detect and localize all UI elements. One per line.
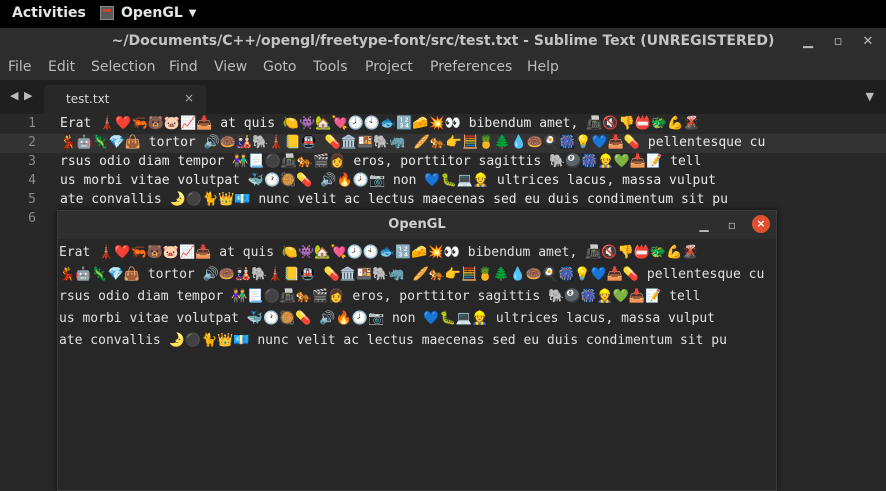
line-number: 1 xyxy=(28,116,36,131)
restore-icon[interactable]: ▫ xyxy=(724,217,740,233)
rendered-text-line: rsus odio diam tempor 👫📃⚫📠🐅🎬👩 eros, port… xyxy=(59,289,701,304)
rendered-text-line: 💃🤖🦎💎👜 tortor 🔊🍩🎎🐘🗼📒🚇 💊🏛️🍱🐘🦏 🥖🐅👉🧮🍍🌲💧🍩🍳🎆💡💙… xyxy=(59,267,765,282)
activities-button[interactable]: Activities xyxy=(12,5,86,21)
line-number: 6 xyxy=(28,211,36,226)
code-line[interactable]: 💃🤖🦎💎👜 tortor 🔊🍩🎎🐘🗼📒🚇 💊🏛️🍱🐘🦏 🥖🐅👉🧮🍍🌲💧🍩🍳🎆💡💙… xyxy=(60,135,765,150)
opengl-title-bar[interactable]: OpenGL ▁ ▫ × xyxy=(58,211,776,239)
tab-next-icon[interactable]: ▶ xyxy=(24,89,32,102)
menu-file[interactable]: File xyxy=(8,59,31,75)
minimize-icon[interactable]: ▁ xyxy=(696,217,712,233)
sublime-title-bar: ~/Documents/C++/opengl/freetype-font/src… xyxy=(0,28,886,56)
code-line[interactable]: ate convallis 🌛⚫🐈👑💶 nunc velit ac lectus… xyxy=(60,192,728,207)
line-number: 3 xyxy=(28,154,36,169)
menu-edit[interactable]: Edit xyxy=(48,59,75,75)
tab-close-icon[interactable]: × xyxy=(184,91,194,105)
app-menu[interactable]: OpenGL ▼ xyxy=(100,5,197,21)
menu-project[interactable]: Project xyxy=(365,59,413,75)
rendered-text-line: ate convallis 🌛⚫🐈👑💶 nunc velit ac lectus… xyxy=(59,333,727,348)
close-icon[interactable]: × xyxy=(752,215,770,233)
menu-bar: File Edit Selection Find View Goto Tools… xyxy=(0,56,886,80)
tab-test-txt[interactable]: test.txt × xyxy=(44,85,206,114)
chevron-down-icon: ▼ xyxy=(188,7,197,19)
menu-find[interactable]: Find xyxy=(169,59,198,75)
gnome-top-bar: Activities OpenGL ▼ xyxy=(0,0,886,28)
opengl-window-title: OpenGL xyxy=(388,217,446,232)
maximize-icon[interactable]: ▫ xyxy=(830,34,846,50)
line-number: 2 xyxy=(28,135,36,150)
minimize-icon[interactable]: ▁ xyxy=(800,34,816,50)
code-line[interactable]: rsus odio diam tempor 👫📃⚫📠🐅🎬👩 eros, port… xyxy=(60,154,701,169)
opengl-window: OpenGL ▁ ▫ × Erat 🗼❤️🦐🐻🐷📈📥 at quis 🍋👾🏡💘🕗… xyxy=(57,210,777,491)
tab-prev-icon[interactable]: ◀ xyxy=(10,89,18,102)
menu-selection[interactable]: Selection xyxy=(91,59,156,75)
menu-view[interactable]: View xyxy=(214,59,247,75)
rendered-text-line: us morbi vitae volutpat 🐳🕐🥘💊 🔊🔥🕗📷 non 💙🐛… xyxy=(59,311,716,326)
tab-bar: ◀ ▶ test.txt × ▼ xyxy=(0,80,886,114)
menu-help[interactable]: Help xyxy=(527,59,559,75)
line-number: 5 xyxy=(28,192,36,207)
menu-goto[interactable]: Goto xyxy=(263,59,296,75)
tab-list-chevron-icon[interactable]: ▼ xyxy=(866,90,874,103)
rendered-text-line: Erat 🗼❤️🦐🐻🐷📈📥 at quis 🍋👾🏡💘🕗🕙🐟🔢🧀💥👀 bibend… xyxy=(59,245,699,260)
window-title: ~/Documents/C++/opengl/freetype-font/src… xyxy=(111,33,775,49)
menu-preferences[interactable]: Preferences xyxy=(430,59,512,75)
opengl-canvas[interactable]: Erat 🗼❤️🦐🐻🐷📈📥 at quis 🍋👾🏡💘🕗🕙🐟🔢🧀💥👀 bibend… xyxy=(58,239,776,490)
line-number: 4 xyxy=(28,173,36,188)
close-icon[interactable]: ✕ xyxy=(860,34,876,50)
code-line[interactable]: Erat 🗼❤️🦐🐻🐷📈📥 at quis 🍋👾🏡💘🕗🕙🐟🔢🧀💥👀 bibend… xyxy=(60,116,699,131)
tab-label: test.txt xyxy=(66,92,110,106)
code-line[interactable]: us morbi vitae volutpat 🐳🕐🥘💊 🔊🔥🕗📷 non 💙🐛… xyxy=(60,173,716,188)
menu-tools[interactable]: Tools xyxy=(313,59,348,75)
line-gutter: 1 2 3 4 5 6 xyxy=(0,114,48,491)
app-menu-label: OpenGL xyxy=(121,5,183,21)
opengl-app-icon xyxy=(100,6,114,20)
